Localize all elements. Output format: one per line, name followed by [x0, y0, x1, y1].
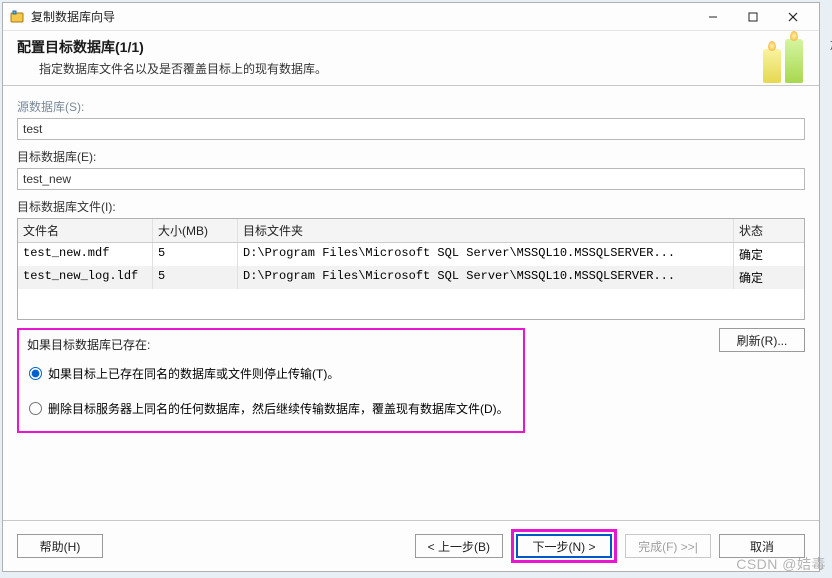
grid-body: test_new.mdf 5 D:\Program Files\Microsof…: [18, 243, 804, 319]
maximize-button[interactable]: [733, 4, 773, 30]
back-button[interactable]: < 上一步(B): [415, 534, 503, 558]
wizard-decoration-icon: [755, 35, 815, 83]
cell-status: 确定: [734, 266, 804, 289]
cell-path: D:\Program Files\Microsoft SQL Server\MS…: [238, 266, 734, 289]
titlebar: 复制数据库向导: [3, 3, 819, 31]
wizard-header: 配置目标数据库(1/1) 指定数据库文件名以及是否覆盖目标上的现有数据库。: [3, 31, 819, 86]
cell-name: test_new_log.ldf: [18, 266, 153, 289]
table-row[interactable]: test_new.mdf 5 D:\Program Files\Microsof…: [18, 243, 804, 266]
source-db-input[interactable]: [17, 118, 805, 140]
grid-header: 文件名 大小(MB) 目标文件夹 状态: [18, 219, 804, 243]
cell-name: test_new.mdf: [18, 243, 153, 266]
window-title: 复制数据库向导: [31, 8, 693, 25]
col-header-name[interactable]: 文件名: [18, 219, 153, 242]
app-icon: [9, 9, 25, 25]
refresh-button[interactable]: 刷新(R)...: [719, 328, 805, 352]
target-db-label: 目标数据库(E):: [17, 148, 805, 165]
cell-size: 5: [153, 243, 238, 266]
radio-stop[interactable]: 如果目标上已存在同名的数据库或文件则停止传输(T)。: [29, 365, 515, 382]
cell-status: 确定: [734, 243, 804, 266]
page-title: 配置目标数据库(1/1): [17, 37, 805, 57]
col-header-size[interactable]: 大小(MB): [153, 219, 238, 242]
cell-size: 5: [153, 266, 238, 289]
next-button[interactable]: 下一步(N) >: [516, 534, 612, 558]
radio-stop-label: 如果目标上已存在同名的数据库或文件则停止传输(T)。: [48, 365, 339, 382]
help-button[interactable]: 帮助(H): [17, 534, 103, 558]
target-files-label: 目标数据库文件(I):: [17, 198, 805, 215]
col-header-status[interactable]: 状态: [734, 219, 804, 242]
exists-options-group: 如果目标数据库已存在: 如果目标上已存在同名的数据库或文件则停止传输(T)。 删…: [17, 328, 525, 433]
files-grid: 文件名 大小(MB) 目标文件夹 状态 test_new.mdf 5 D:\Pr…: [17, 218, 805, 320]
wizard-footer: 帮助(H) < 上一步(B) 下一步(N) > 完成(F) >>| 取消: [3, 520, 819, 571]
window-controls: [693, 4, 813, 30]
wizard-window: 复制数据库向导 配置目标数据库(1/1) 指定数据库文件名以及是否覆盖目标上的现…: [2, 2, 820, 572]
group-title: 如果目标数据库已存在:: [27, 336, 515, 353]
col-header-path[interactable]: 目标文件夹: [238, 219, 734, 242]
content-area: 源数据库(S): 目标数据库(E): 目标数据库文件(I): 文件名 大小(MB…: [3, 86, 819, 520]
cell-path: D:\Program Files\Microsoft SQL Server\MS…: [238, 243, 734, 266]
radio-stop-input[interactable]: [29, 367, 42, 380]
close-button[interactable]: [773, 4, 813, 30]
table-row[interactable]: test_new_log.ldf 5 D:\Program Files\Micr…: [18, 266, 804, 289]
page-subtitle: 指定数据库文件名以及是否覆盖目标上的现有数据库。: [39, 60, 805, 77]
finish-button: 完成(F) >>|: [625, 534, 711, 558]
radio-overwrite-input[interactable]: [29, 402, 42, 415]
radio-overwrite-label: 删除目标服务器上同名的任何数据库，然后继续传输数据库，覆盖现有数据库文件(D)。: [48, 400, 509, 417]
next-highlight: 下一步(N) >: [511, 529, 617, 563]
target-db-input[interactable]: [17, 168, 805, 190]
minimize-button[interactable]: [693, 4, 733, 30]
cancel-button[interactable]: 取消: [719, 534, 805, 558]
source-db-label: 源数据库(S):: [17, 98, 805, 115]
radio-overwrite[interactable]: 删除目标服务器上同名的任何数据库，然后继续传输数据库，覆盖现有数据库文件(D)。: [29, 400, 515, 417]
